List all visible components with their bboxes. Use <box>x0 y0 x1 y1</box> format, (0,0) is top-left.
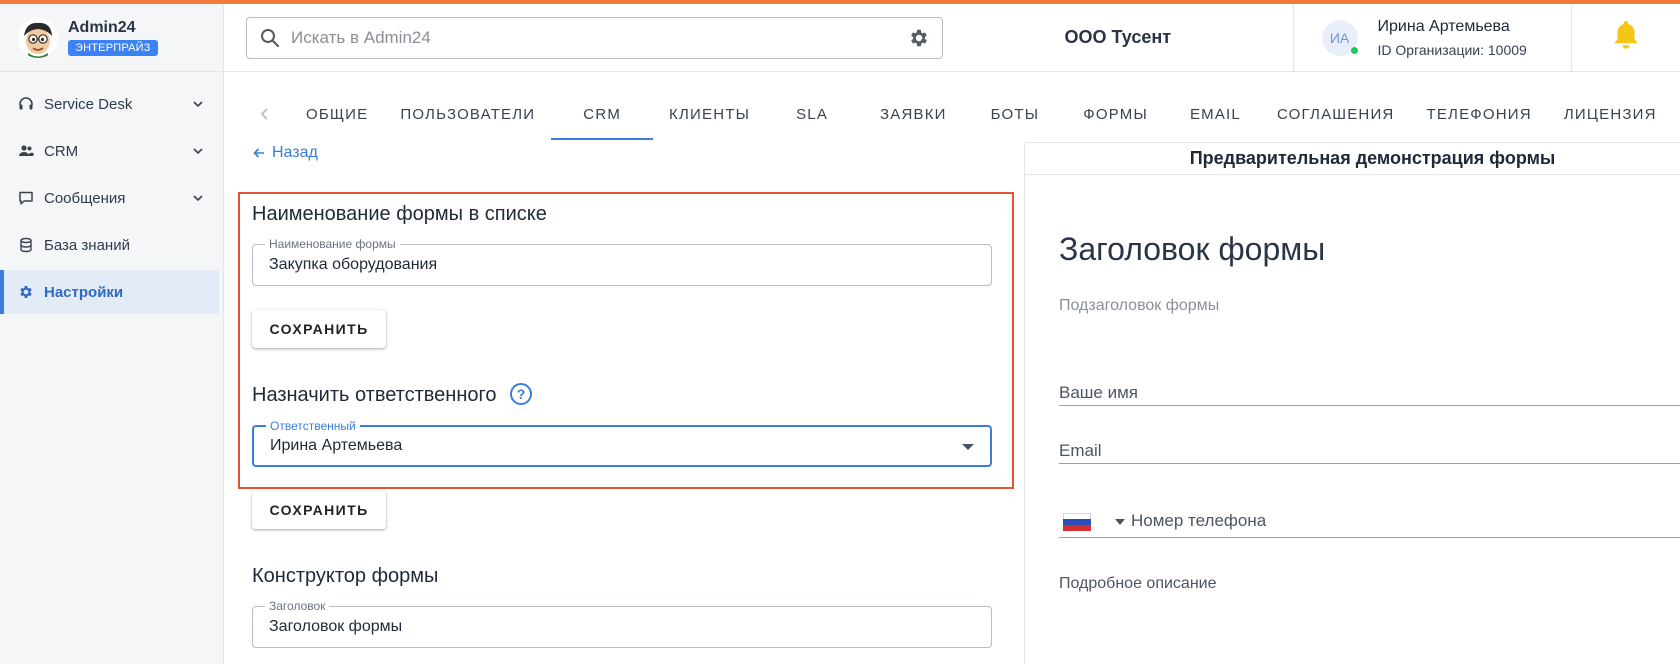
chevron-down-icon <box>191 144 205 158</box>
user-name: Ирина Артемьева <box>1377 17 1510 35</box>
sidebar-item-settings[interactable]: Настройки <box>0 270 219 314</box>
preview-name-underline <box>1059 405 1680 406</box>
form-name-field-value: Закупка оборудования <box>269 256 438 273</box>
preview-phone-label: Номер телефона <box>1131 511 1267 530</box>
tab-sla[interactable]: SLA <box>766 88 858 140</box>
tab-users[interactable]: ПОЛЬЗОВАТЕЛИ <box>384 88 551 140</box>
settings-tabs: ОБЩИЕ ПОЛЬЗОВАТЕЛИ CRM КЛИЕНТЫ SLA ЗАЯВК… <box>250 88 1673 140</box>
back-link[interactable]: Назад <box>252 144 318 162</box>
sidebar: Admin24 ЭНТЕРПРАЙЗ Service Desk CRM Сооб… <box>0 4 224 664</box>
arrow-left-icon <box>252 146 266 160</box>
sidebar-item-crm[interactable]: CRM <box>4 129 219 173</box>
sidebar-item-label: CRM <box>44 142 79 160</box>
search-input[interactable]: Искать в Admin24 <box>291 28 908 48</box>
preview-description-label: Подробное описание <box>1059 575 1217 592</box>
tab-requests[interactable]: ЗАЯВКИ <box>858 88 969 140</box>
brand[interactable]: Admin24 ЭНТЕРПРАЙЗ <box>0 4 223 72</box>
avatar-initials: ИА <box>1329 29 1350 46</box>
avatar: ИА <box>1321 19 1358 56</box>
form-name-section-title: Наименование формы в списке <box>252 203 547 225</box>
tab-email[interactable]: EMAIL <box>1170 88 1261 140</box>
dropdown-caret-icon <box>962 444 974 450</box>
form-name-field-label: Наименование формы <box>265 237 400 251</box>
search-settings-gear-icon[interactable] <box>908 27 930 49</box>
chevron-down-icon <box>191 97 205 111</box>
save-assignee-button[interactable]: СОХРАНИТЬ <box>252 491 386 529</box>
sidebar-item-label: База знаний <box>44 236 130 254</box>
sidebar-item-label: Сообщения <box>44 189 126 207</box>
top-header: Искать в Admin24 ООО Тусент ИА Ирина Арт… <box>224 3 1680 72</box>
assign-section-label: Назначить ответственного <box>252 384 497 406</box>
preview-email-label: Email <box>1059 441 1102 460</box>
form-builder-section-title: Конструктор формы <box>252 565 439 587</box>
tab-license[interactable]: ЛИЦЕНЗИЯ <box>1548 88 1673 140</box>
database-icon <box>18 237 34 253</box>
tab-telephony[interactable]: ТЕЛЕФОНИЯ <box>1410 88 1547 140</box>
preview-email-underline <box>1059 463 1680 464</box>
online-status-dot <box>1350 46 1358 54</box>
tab-agreements[interactable]: СОГЛАШЕНИЯ <box>1261 88 1411 140</box>
form-title-field[interactable]: Заголовок Заголовок формы <box>252 599 992 648</box>
sidebar-item-label: Service Desk <box>44 95 133 113</box>
chat-icon <box>18 190 34 206</box>
back-link-label: Назад <box>272 144 318 161</box>
tab-general[interactable]: ОБЩИЕ <box>290 88 384 140</box>
assignee-field-label: Ответственный <box>266 419 360 433</box>
preview-form-subtitle: Подзаголовок формы <box>1059 297 1220 314</box>
tabs-scroll-left-button[interactable] <box>250 107 280 121</box>
chevron-down-icon <box>191 191 205 205</box>
sidebar-item-label: Настройки <box>44 283 124 301</box>
country-caret-icon[interactable] <box>1115 519 1125 525</box>
sidebar-item-knowledge-base[interactable]: База знаний <box>4 223 219 267</box>
organization-id: ID Организации: 10009 <box>1377 41 1527 58</box>
organization-name: ООО Тусент <box>1064 27 1172 47</box>
help-icon[interactable]: ? <box>510 382 533 405</box>
form-title-field-label: Заголовок <box>265 599 330 613</box>
assignee-select[interactable]: Ответственный Ирина Артемьева <box>252 419 992 467</box>
preview-form-title: Заголовок формы <box>1059 231 1326 267</box>
tab-clients[interactable]: КЛИЕНТЫ <box>653 88 766 140</box>
notifications-button[interactable] <box>1572 18 1680 57</box>
people-icon <box>18 143 34 159</box>
search-bar[interactable]: Искать в Admin24 <box>246 16 944 59</box>
headset-icon <box>18 96 34 112</box>
assign-section-title: Назначить ответственного ? <box>252 382 533 407</box>
save-form-name-button[interactable]: СОХРАНИТЬ <box>252 310 386 348</box>
plan-badge: ЭНТЕРПРАЙЗ <box>68 40 158 56</box>
user-profile[interactable]: ИА Ирина Артемьева ID Организации: 10009 <box>1292 3 1573 72</box>
sidebar-nav: Service Desk CRM Сообщения База знаний Н… <box>0 72 223 314</box>
assignee-field-value: Ирина Артемьева <box>270 437 403 454</box>
form-name-field[interactable]: Наименование формы Закупка оборудования <box>252 237 992 286</box>
form-preview-panel: Предварительная демонстрация формы Загол… <box>1024 142 1680 664</box>
bell-icon <box>1611 18 1641 57</box>
tab-crm[interactable]: CRM <box>551 88 653 140</box>
russia-flag-icon[interactable] <box>1063 513 1091 531</box>
preview-phone-underline <box>1059 537 1680 538</box>
tab-bots[interactable]: БОТЫ <box>969 88 1062 140</box>
brand-name: Admin24 <box>68 19 136 36</box>
sidebar-item-messages[interactable]: Сообщения <box>4 176 219 220</box>
tab-forms[interactable]: ФОРМЫ <box>1061 88 1170 140</box>
search-icon <box>259 27 281 49</box>
form-title-field-value: Заголовок формы <box>269 618 403 635</box>
brand-logo-icon <box>18 17 58 58</box>
preview-name-label: Ваше имя <box>1059 383 1138 402</box>
gear-icon <box>18 284 34 300</box>
sidebar-item-service-desk[interactable]: Service Desk <box>4 82 219 126</box>
preview-heading: Предварительная демонстрация формы <box>1025 143 1680 175</box>
